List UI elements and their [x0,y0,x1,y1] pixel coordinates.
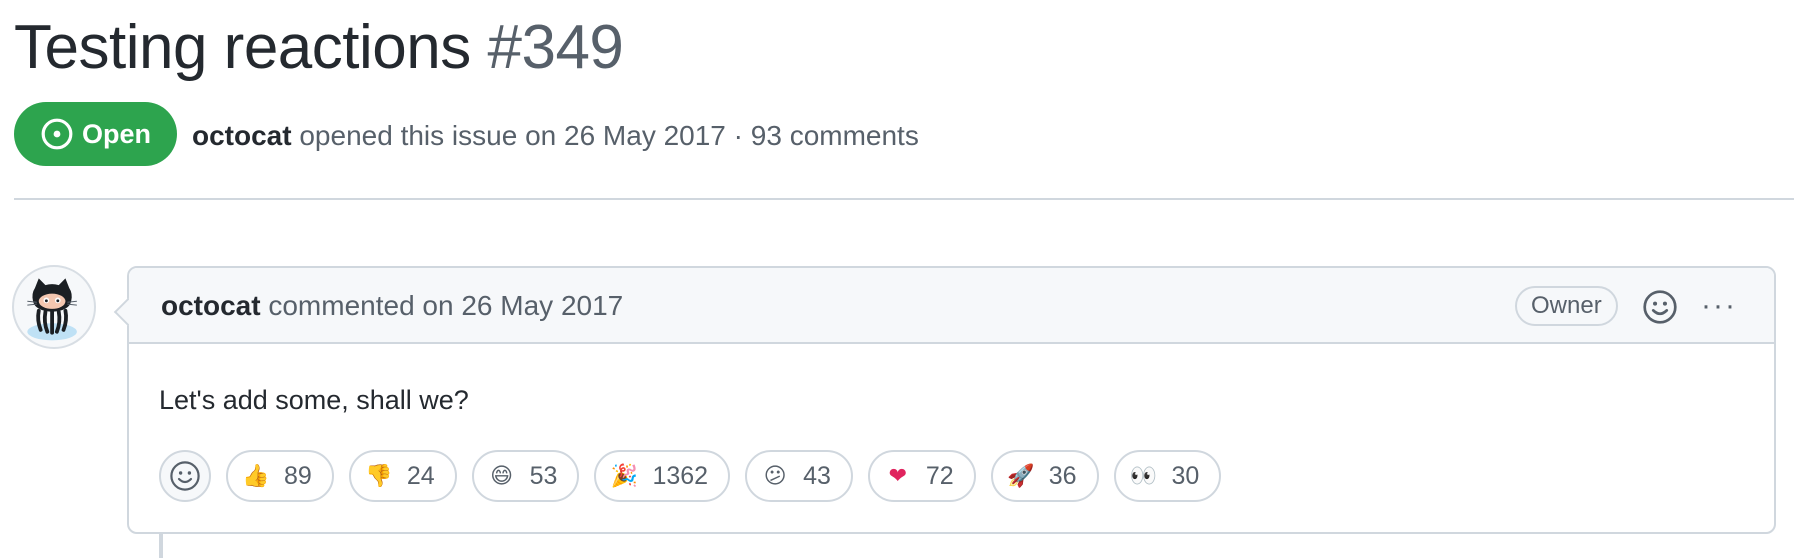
laugh-icon: 😄 [490,463,514,488]
rocket-icon: 🚀 [1006,463,1035,488]
reaction-count: 43 [803,461,831,490]
smiley-icon [170,461,200,491]
reaction-thumbs-up[interactable]: 👍 89 [226,450,334,502]
reaction-heart[interactable]: ❤ 72 [867,450,976,502]
status-label: Open [82,118,152,149]
reaction-hooray[interactable]: 🎉 1362 [594,450,731,502]
heart-icon: ❤ [888,463,908,488]
reaction-count: 89 [284,461,312,490]
status-badge: Open [14,102,178,166]
issue-meta-text: opened this issue on 26 May 2017 · 93 co… [299,120,919,151]
more-options-icon[interactable]: ··· [1699,288,1739,324]
hooray-icon: 🎉 [610,463,639,488]
issue-open-icon [41,118,73,150]
reaction-rocket[interactable]: 🚀 36 [990,450,1099,502]
issue-number: #349 [487,13,624,82]
reaction-count: 53 [529,461,558,490]
reaction-count: 36 [1048,461,1077,490]
reaction-eyes[interactable]: 👀 30 [1113,450,1222,502]
add-reaction-button[interactable] [159,450,211,502]
thumbs-down-icon: 👎 [365,463,393,488]
reaction-thumbs-down[interactable]: 👎 24 [348,450,457,502]
issue-title: Testing reactions #349 [14,8,624,88]
comment-author-link[interactable]: octocat [161,290,261,321]
comment-box: octocat commented on 26 May 2017 Owner ·… [127,266,1776,534]
timeline-line [159,534,163,558]
reaction-count: 30 [1171,461,1200,490]
comment-meta: octocat commented on 26 May 2017 [161,286,623,326]
reactions-bar: 👍 89 👎 24 😄 53 🎉 1362 😕 43 ❤ 72 🚀 36 👀 3… [159,450,1222,502]
issue-author-link[interactable]: octocat [192,120,292,151]
reaction-confused[interactable]: 😕 43 [745,450,853,502]
issue-meta: octocat opened this issue on 26 May 2017… [192,116,919,156]
add-reaction-smiley-icon[interactable] [1642,289,1678,325]
reaction-count: 24 [406,461,435,490]
owner-badge: Owner [1515,286,1618,326]
comment-header: octocat commented on 26 May 2017 Owner ·… [129,268,1774,344]
comment-meta-text: commented on 26 May 2017 [268,290,624,321]
reaction-laugh[interactable]: 😄 53 [471,450,580,502]
issue-title-text: Testing reactions [14,13,471,82]
header-divider [14,198,1794,200]
comment-body: Let's add some, shall we? [159,385,469,415]
avatar[interactable] [12,265,96,349]
confused-icon: 😕 [763,463,787,488]
reaction-count: 1362 [652,461,709,490]
thumbs-up-icon: 👍 [242,463,270,488]
reaction-count: 72 [925,461,954,490]
eyes-icon: 👀 [1129,463,1158,488]
octocat-icon [27,278,77,341]
